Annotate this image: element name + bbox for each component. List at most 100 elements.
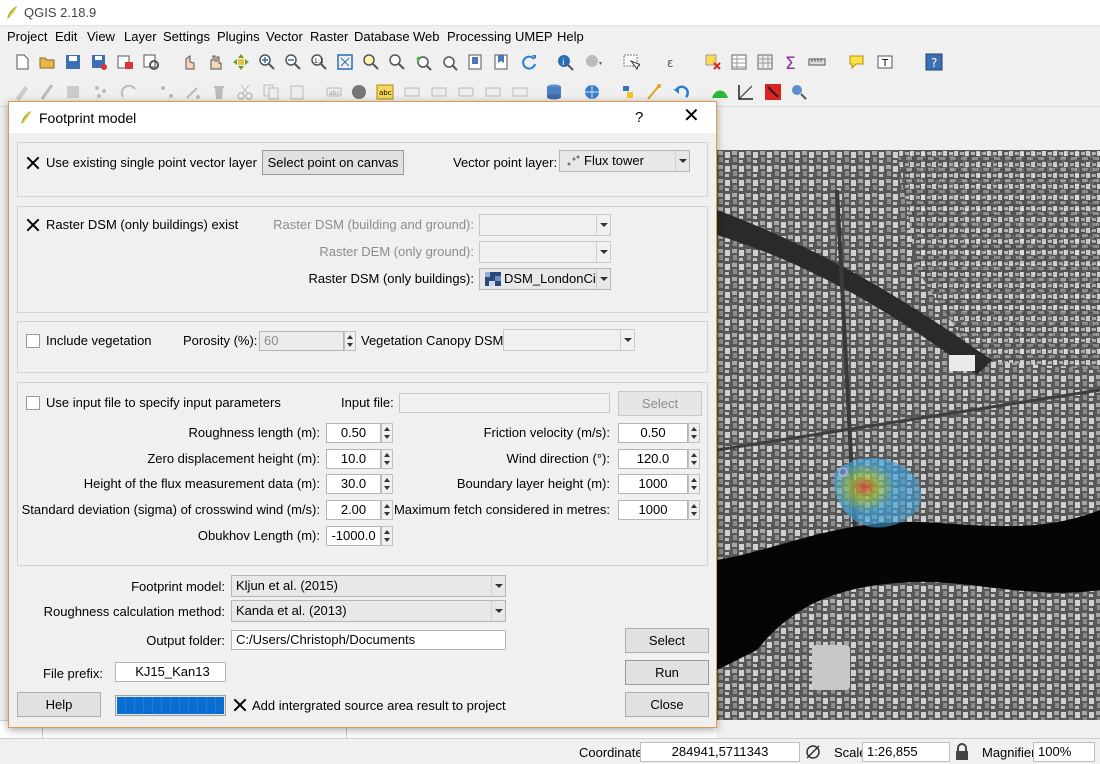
zoom-to-selection-icon[interactable]	[362, 53, 380, 71]
measure-icon[interactable]	[808, 53, 826, 71]
label-toolbar-icon[interactable]: abc	[376, 83, 394, 101]
show-bookmarks-icon[interactable]	[492, 53, 510, 71]
canopy-dsm-combo[interactable]	[503, 329, 635, 351]
magnifier-spinbox[interactable]: 100%	[1033, 742, 1095, 762]
add-result-checkbox[interactable]	[233, 698, 247, 712]
save-as-icon[interactable]	[90, 53, 108, 71]
dsm-building-ground-combo[interactable]	[479, 214, 611, 236]
copy-icon[interactable]	[262, 83, 280, 101]
menu-view[interactable]: View	[87, 29, 115, 44]
composer-manager-icon[interactable]	[142, 53, 160, 71]
menu-layer[interactable]: Layer	[124, 29, 157, 44]
spin-arrows-icon[interactable]	[344, 331, 356, 351]
menu-vector[interactable]: Vector	[266, 29, 303, 44]
cut-icon[interactable]	[236, 83, 254, 101]
search-layer-icon[interactable]	[790, 83, 808, 101]
spin-arrows-icon[interactable]	[381, 526, 393, 546]
pan-to-selection-icon[interactable]	[232, 53, 250, 71]
menu-plugins[interactable]: Plugins	[217, 29, 260, 44]
menu-help[interactable]: Help	[557, 29, 584, 44]
label-icon[interactable]: abc	[325, 83, 343, 101]
input-file-field[interactable]	[399, 393, 610, 413]
menu-database[interactable]: Database	[354, 29, 410, 44]
attribute-table-icon[interactable]	[730, 53, 748, 71]
menu-raster[interactable]: Raster	[310, 29, 348, 44]
zoom-in-icon[interactable]	[258, 53, 276, 71]
move-label-icon[interactable]	[457, 83, 475, 101]
zoom-last-icon[interactable]	[414, 53, 432, 71]
move-feature-icon[interactable]	[158, 83, 176, 101]
bookmark-icon[interactable]	[466, 53, 484, 71]
layer-style-icon[interactable]	[350, 83, 368, 101]
obukhov-length-spinbox[interactable]: -1000.0	[326, 526, 393, 546]
friction-velocity-spinbox[interactable]: 0.50	[618, 423, 700, 443]
select-value-icon[interactable]: ε	[664, 53, 682, 71]
change-label-icon[interactable]	[511, 83, 529, 101]
scale-combo[interactable]: 1:26,855	[862, 742, 950, 762]
porosity-spinbox[interactable]: 60	[259, 331, 356, 351]
vector-point-layer-combo[interactable]: Flux tower	[559, 150, 690, 172]
node-tool-icon[interactable]	[184, 83, 202, 101]
save-project-icon[interactable]	[64, 53, 82, 71]
menu-project[interactable]: Project	[7, 29, 47, 44]
save-edits-icon[interactable]	[64, 83, 82, 101]
help-button[interactable]: Help	[17, 692, 101, 717]
pan-icon[interactable]	[206, 53, 224, 71]
pin-labels-icon[interactable]	[403, 83, 421, 101]
show-labels-icon[interactable]	[430, 83, 448, 101]
footprint-model-combo[interactable]: Kljun et al. (2015)	[231, 575, 506, 597]
touch-zoom-icon[interactable]	[180, 53, 198, 71]
wand-icon[interactable]	[645, 83, 663, 101]
help-toolbar-icon[interactable]: ?	[925, 53, 943, 71]
python-console-icon[interactable]	[619, 83, 637, 101]
run-button[interactable]: Run	[625, 660, 709, 685]
roughness-length-spinbox[interactable]: 0.50	[326, 423, 393, 443]
zoom-native-icon[interactable]: 1:1	[310, 53, 328, 71]
new-project-icon[interactable]	[13, 53, 31, 71]
toggle-editing-icon[interactable]	[38, 83, 56, 101]
print-composer-icon[interactable]	[116, 53, 134, 71]
output-folder-select-button[interactable]: Select	[625, 628, 709, 653]
dialog-help-button[interactable]: ?	[635, 109, 643, 126]
flux-height-spinbox[interactable]: 30.0	[326, 474, 393, 494]
use-input-file-checkbox[interactable]	[26, 396, 40, 410]
select-point-on-canvas-button[interactable]: Select point on canvas	[262, 150, 404, 175]
current-edits-icon[interactable]	[13, 83, 31, 101]
zero-displacement-spinbox[interactable]: 10.0	[326, 449, 393, 469]
paste-icon[interactable]	[288, 83, 306, 101]
max-fetch-spinbox[interactable]: 1000	[618, 500, 700, 520]
dsm-buildings-combo[interactable]: DSM_LondonCity	[479, 268, 611, 290]
wind-direction-spinbox[interactable]: 120.0	[618, 449, 700, 469]
green-layer-icon[interactable]	[711, 83, 729, 101]
undo-arrow-icon[interactable]	[672, 83, 690, 101]
close-button[interactable]: Close	[625, 692, 709, 717]
dem-ground-combo[interactable]	[479, 241, 611, 263]
spin-arrows-icon[interactable]	[688, 474, 700, 494]
menu-web[interactable]: Web	[413, 29, 440, 44]
lock-scale-icon[interactable]	[955, 743, 973, 761]
spin-arrows-icon[interactable]	[688, 500, 700, 520]
roughness-method-combo[interactable]: Kanda et al. (2013)	[231, 600, 506, 622]
map-canvas[interactable]	[717, 150, 1100, 720]
action-icon[interactable]	[584, 53, 602, 71]
dsm-exist-checkbox[interactable]	[26, 218, 40, 232]
file-prefix-field[interactable]: KJ15_Kan13	[115, 662, 226, 682]
menu-processing[interactable]: Processing	[447, 29, 511, 44]
menu-settings[interactable]: Settings	[163, 29, 210, 44]
output-folder-field[interactable]: C:/Users/Christoph/Documents	[231, 630, 506, 650]
map-tips-icon[interactable]	[848, 53, 866, 71]
menu-umep[interactable]: UMEP	[515, 29, 553, 44]
zoom-next-icon[interactable]	[440, 53, 458, 71]
boundary-layer-spinbox[interactable]: 1000	[618, 474, 700, 494]
crosswind-sigma-spinbox[interactable]: 2.00	[326, 500, 393, 520]
zoom-out-icon[interactable]	[284, 53, 302, 71]
database-icon[interactable]	[545, 83, 563, 101]
use-existing-point-checkbox[interactable]	[26, 156, 40, 170]
red-arrow-icon[interactable]	[764, 83, 782, 101]
input-file-select-button[interactable]: Select	[618, 391, 702, 416]
select-features-icon[interactable]	[622, 53, 640, 71]
rotate-label-icon[interactable]	[484, 83, 502, 101]
spin-arrows-icon[interactable]	[688, 449, 700, 469]
refresh-icon[interactable]	[520, 53, 538, 71]
globe-icon[interactable]	[583, 83, 601, 101]
